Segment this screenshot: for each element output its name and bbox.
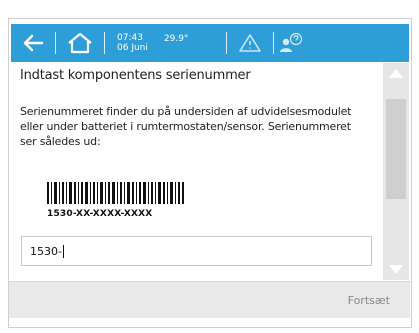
instruction-text: Serienummeret finder du på undersiden af… [20,105,352,148]
user-help-button[interactable] [274,24,308,62]
footer-bar: Fortsæt [9,281,410,318]
top-bar: 07:43 06 Juni 29.9° [11,24,409,62]
clock-date: 06 Juni [117,43,148,53]
temperature-readout: 29.9° [163,34,189,44]
back-button[interactable] [11,24,55,62]
clock: 07:43 06 Juni [117,33,148,53]
barcode-label: 1530-XX-XXXX-XXXX [47,209,153,219]
continue-button[interactable]: Fortsæt [348,282,390,318]
warning-icon [239,34,262,52]
warning-button[interactable] [227,24,273,62]
home-button[interactable] [56,24,104,62]
page-title: Indtast komponentens serienummer [20,68,251,83]
arrow-down-icon [389,265,403,274]
separator [104,32,105,54]
text-cursor [62,244,64,258]
scroll-up-button[interactable] [383,63,409,83]
home-icon [68,32,92,54]
barcode-icon [47,182,184,204]
serial-number-value: 1530- [30,244,62,258]
scrollbar[interactable] [383,63,409,280]
scroll-thumb[interactable] [386,99,406,199]
scroll-down-button[interactable] [383,260,409,280]
clock-time: 07:43 [117,33,143,43]
arrow-up-icon [389,69,403,78]
serial-number-input[interactable]: 1530- [21,236,372,266]
user-help-icon [280,32,303,52]
back-arrow-icon [23,34,44,52]
barcode-example: 1530-XX-XXXX-XXXX [47,182,197,219]
